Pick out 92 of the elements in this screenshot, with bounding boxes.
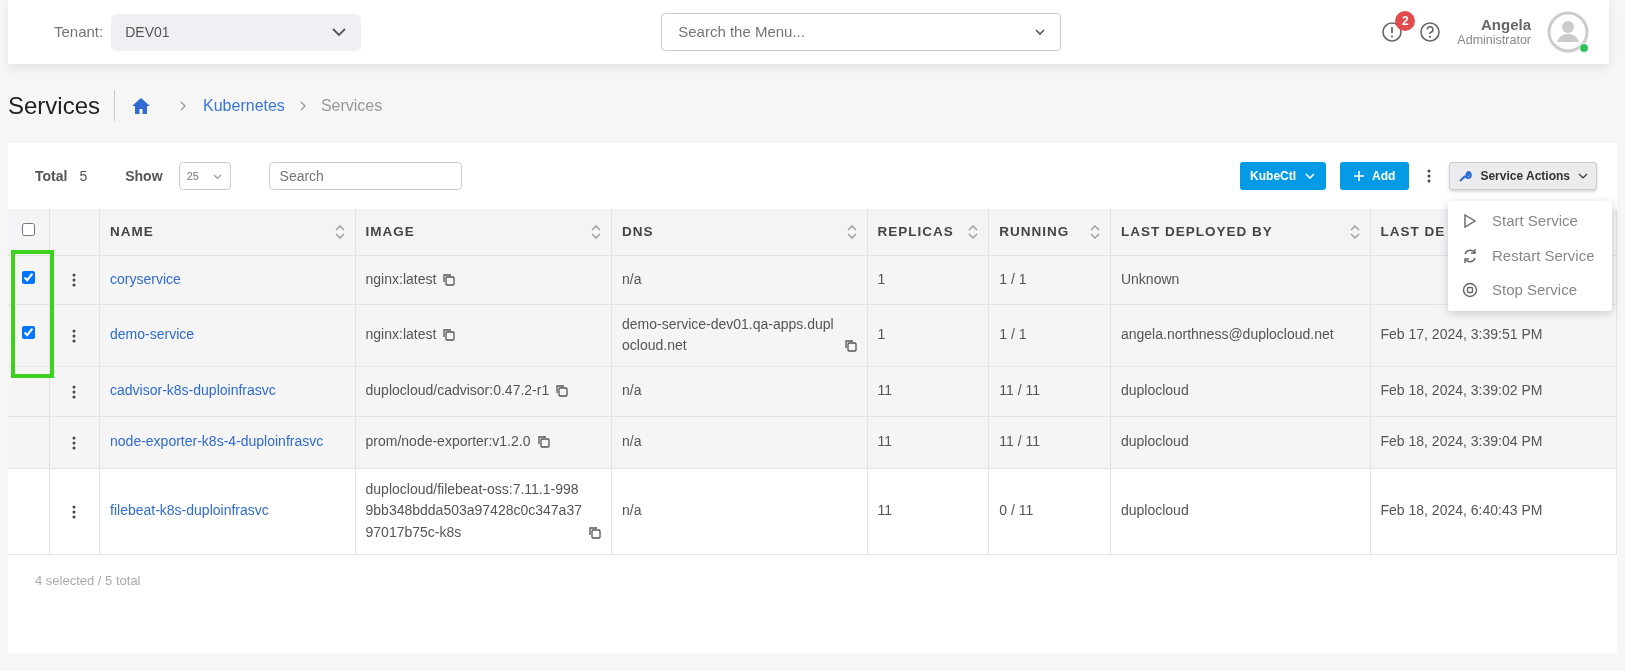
- column-header: LAST DE: [1380, 222, 1446, 241]
- notification-badge: 2: [1395, 11, 1416, 31]
- breadcrumb-link[interactable]: Kubernetes: [203, 93, 285, 118]
- column-header: NAME: [110, 222, 154, 241]
- image-text: nginx:latest: [365, 269, 437, 289]
- copy-icon[interactable]: [536, 435, 550, 449]
- copy-icon[interactable]: [442, 272, 456, 286]
- image-text: duplocloud/cadvisor:0.47.2-r1: [365, 381, 550, 401]
- menu-item[interactable]: Stop Service: [1448, 273, 1612, 308]
- more-icon[interactable]: [72, 504, 77, 519]
- image-text: nginx:latest: [365, 325, 437, 345]
- dns-text: n/a: [622, 381, 642, 401]
- chevron-right-icon: [179, 100, 188, 111]
- row-checkbox[interactable]: [21, 326, 35, 340]
- column-header: RUNNING: [999, 222, 1070, 241]
- service-link[interactable]: demo-service: [110, 326, 195, 343]
- deployed-at-cell: Feb 18, 2024, 6:40:43 PM: [1380, 502, 1543, 519]
- restart-icon: [1462, 247, 1478, 264]
- page-size-dropdown[interactable]: 25: [178, 162, 231, 191]
- column-header: LAST DEPLOYED BY: [1120, 222, 1273, 241]
- image-text: prom/node-exporter:v1.2.0: [365, 432, 531, 452]
- tenant-label: Tenant:: [54, 21, 104, 42]
- total-count: 5: [79, 166, 88, 186]
- select-all-checkbox[interactable]: [21, 222, 35, 236]
- more-icon[interactable]: [72, 435, 77, 450]
- deployed-by-cell: duplocloud: [1120, 502, 1189, 519]
- running-cell: 11 / 11: [999, 433, 1040, 450]
- selection-summary: 4 selected / 5 total: [34, 571, 142, 590]
- column-header: DNS: [622, 222, 654, 241]
- menu-item[interactable]: Start Service: [1448, 204, 1612, 239]
- tenant-dropdown[interactable]: DEV01: [111, 13, 362, 51]
- search-field[interactable]: Search: [268, 162, 462, 191]
- replicas-cell: 1: [877, 270, 886, 287]
- user-role: Administrator: [1457, 33, 1531, 48]
- plus-icon: [1354, 171, 1365, 182]
- menu-item[interactable]: Restart Service: [1448, 238, 1612, 274]
- replicas-cell: 11: [877, 433, 893, 450]
- home-icon[interactable]: [131, 96, 152, 115]
- more-icon[interactable]: [72, 328, 77, 343]
- menu-search-dropdown[interactable]: Search the Menu...: [661, 13, 1062, 51]
- play-icon: [1462, 213, 1478, 230]
- more-icon[interactable]: [72, 273, 77, 288]
- copy-icon[interactable]: [555, 384, 569, 398]
- more-icon[interactable]: [1427, 169, 1432, 184]
- dns-text: n/a: [622, 432, 642, 452]
- row-checkbox[interactable]: [21, 270, 35, 284]
- deployed-by-cell: duplocloud: [1120, 382, 1189, 399]
- deployed-by-cell: duplocloud: [1120, 433, 1189, 450]
- replicas-cell: 11: [877, 382, 893, 399]
- service-link[interactable]: coryservice: [110, 270, 181, 287]
- sort-icon[interactable]: [1089, 223, 1100, 240]
- alert-icon[interactable]: [1381, 21, 1404, 43]
- wrench-icon: [1458, 169, 1473, 184]
- more-icon[interactable]: [72, 384, 77, 399]
- running-cell: 11 / 11: [999, 382, 1040, 399]
- dns-text: n/a: [622, 269, 642, 289]
- deployed-at-cell: Feb 18, 2024, 3:39:04 PM: [1380, 433, 1543, 450]
- user-name: Angela: [1480, 16, 1531, 34]
- running-cell: 1 / 1: [999, 270, 1027, 287]
- chevron-down-icon[interactable]: [1034, 26, 1047, 38]
- show-label: Show: [125, 166, 163, 186]
- service-link[interactable]: filebeat-k8s-duploinfrasvc: [110, 502, 269, 519]
- breadcrumb-current: Services: [320, 95, 383, 116]
- running-cell: 0 / 11: [999, 502, 1034, 519]
- chevron-right-icon: [298, 100, 307, 111]
- add-button[interactable]: Add: [1340, 162, 1410, 191]
- image-text: duplocloud/filebeat-oss:7.11.1-9989bb348bdda503a97428c0c347a3797017b75c-k8s: [365, 479, 583, 543]
- dns-text: n/a: [622, 501, 642, 521]
- deployed-by-cell: angela.northness@duplocloud.net: [1120, 326, 1334, 343]
- copy-icon[interactable]: [588, 525, 602, 539]
- total-label: Total: [35, 166, 68, 186]
- running-cell: 1 / 1: [999, 326, 1027, 343]
- sort-icon[interactable]: [1349, 223, 1360, 240]
- deployed-by-cell: Unknown: [1120, 270, 1180, 287]
- replicas-cell: 11: [877, 502, 893, 519]
- service-actions-button[interactable]: Service Actions: [1449, 162, 1597, 191]
- copy-icon[interactable]: [843, 338, 857, 352]
- dns-text: demo-service-dev01.qa-apps.duplocloud.net: [622, 314, 835, 356]
- column-header: REPLICAS: [877, 222, 954, 241]
- sort-icon[interactable]: [334, 223, 345, 240]
- sort-icon[interactable]: [968, 223, 979, 240]
- copy-icon[interactable]: [442, 328, 456, 342]
- replicas-cell: 1: [877, 326, 886, 343]
- deployed-at-cell: Feb 18, 2024, 3:39:02 PM: [1380, 382, 1543, 399]
- sort-icon[interactable]: [591, 223, 602, 240]
- column-header: IMAGE: [365, 222, 415, 241]
- stop-icon: [1462, 282, 1478, 299]
- page-title: Services: [8, 90, 116, 122]
- sort-icon[interactable]: [846, 223, 857, 240]
- help-icon[interactable]: [1419, 21, 1442, 43]
- kubectl-button[interactable]: KubeCtl: [1240, 162, 1327, 191]
- deployed-at-cell: Feb 17, 2024, 3:39:51 PM: [1380, 326, 1543, 343]
